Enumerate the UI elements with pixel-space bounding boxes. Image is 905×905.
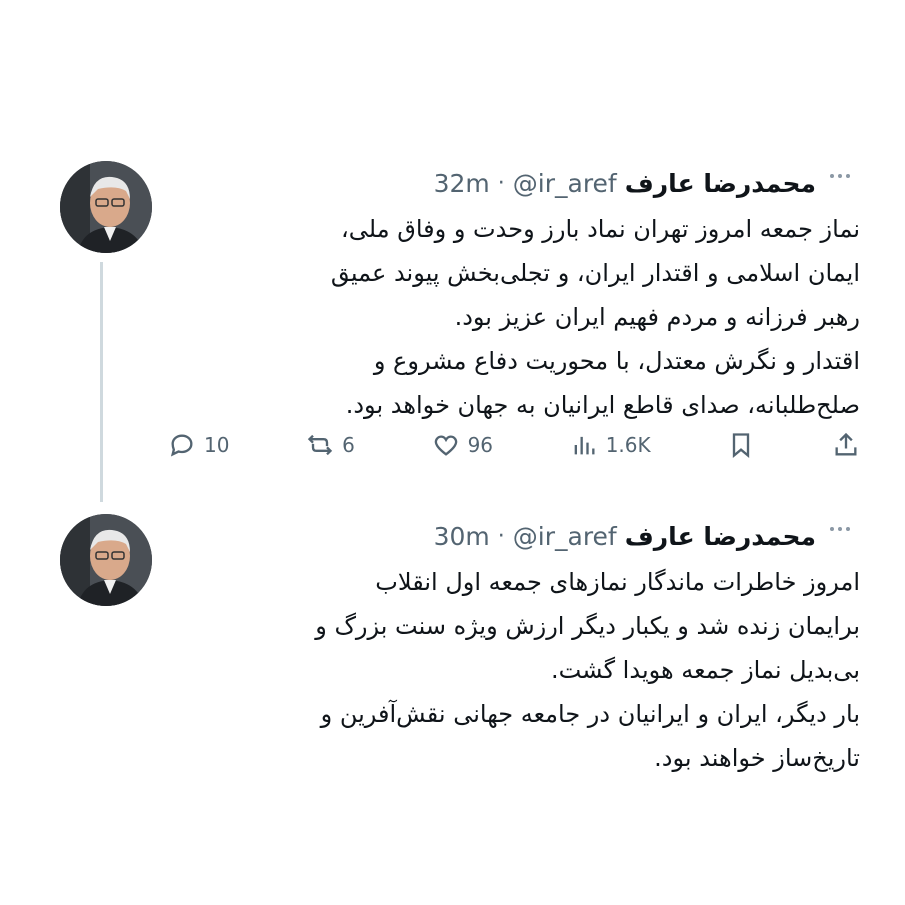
heart-icon (434, 435, 457, 456)
author-name[interactable]: محمدرضا عارف (625, 522, 816, 551)
tweet-line: ایمان اسلامی و اقتدار ایران، و تجلی‌بخش … (330, 259, 860, 287)
reply-count: 10 (204, 433, 230, 457)
analytics-icon (574, 436, 595, 455)
tweet-line: بار دیگر، ایران و ایرانیان در جامعه جهان… (320, 700, 860, 728)
bookmark-icon (733, 433, 750, 458)
action-bar: 10 6 96 1.6K (168, 425, 860, 465)
tweet-time[interactable]: 30m (434, 522, 490, 551)
tweet-line: اقتدار و نگرش معتدل، با محوریت دفاع مشرو… (373, 347, 860, 375)
views-button[interactable]: 1.6K (570, 431, 651, 459)
tweet-header: 32m · @ir_aref محمدرضا عارف (168, 163, 816, 203)
like-button[interactable]: 96 (432, 431, 493, 459)
avatar[interactable] (60, 161, 152, 253)
author-handle[interactable]: @ir_aref (513, 522, 617, 551)
tweet-text: امروز خاطرات ماندگار نمازهای جمعه اول ان… (168, 560, 860, 780)
tweet-line: نماز جمعه امروز تهران نماد بارز وحدت و و… (341, 215, 860, 243)
author-handle[interactable]: @ir_aref (513, 169, 617, 198)
thread-connector (100, 262, 103, 502)
reply-button[interactable]: 10 (168, 431, 229, 459)
tweet-line: صلح‌طلبانه، صدای قاطع ایرانیان به جهان خ… (345, 391, 860, 419)
separator-dot: · (497, 523, 505, 549)
tweet-line: تاریخ‌ساز خواهند بود. (654, 744, 860, 772)
retweet-button[interactable]: 6 (306, 431, 355, 459)
like-count: 96 (467, 433, 494, 457)
retweet-count: 6 (342, 433, 355, 457)
views-count: 1.6K (605, 433, 651, 457)
bookmark-button[interactable] (727, 431, 755, 459)
avatar[interactable] (60, 514, 152, 606)
share-button[interactable] (832, 431, 860, 459)
retweet-icon (307, 434, 333, 456)
tweet-line: امروز خاطرات ماندگار نمازهای جمعه اول ان… (375, 568, 860, 596)
tweet-line: برایمان زنده شد و یکبار دیگر ارزش ویژه س… (315, 612, 860, 640)
share-icon (835, 432, 857, 456)
tweet-text: نماز جمعه امروز تهران نماد بارز وحدت و و… (168, 207, 860, 427)
separator-dot: · (497, 170, 505, 196)
author-name[interactable]: محمدرضا عارف (625, 169, 816, 198)
tweet-header: 30m · @ir_aref محمدرضا عارف (168, 516, 816, 556)
reply-icon (170, 434, 193, 457)
more-icon[interactable] (820, 514, 860, 544)
tweet-line: بی‌بدیل نماز جمعه هویدا گشت. (551, 656, 860, 684)
more-icon[interactable] (820, 161, 860, 191)
tweet-time[interactable]: 32m (434, 169, 490, 198)
tweet-line: رهبر فرزانه و مردم فهیم ایران عزیز بود. (454, 303, 860, 331)
